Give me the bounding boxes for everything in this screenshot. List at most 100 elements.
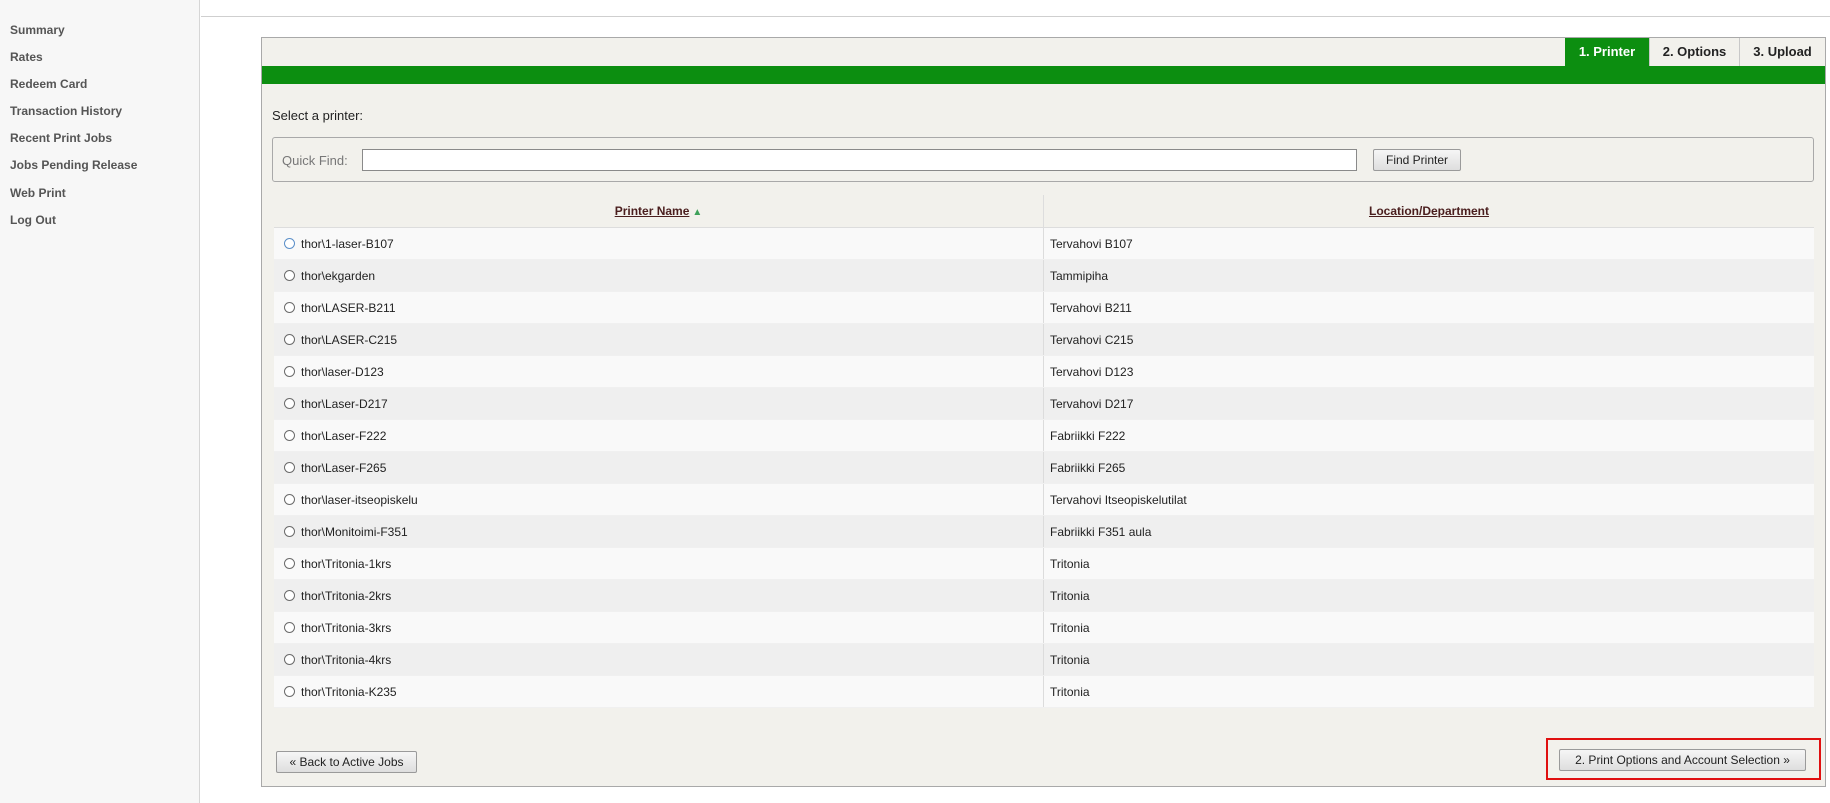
location-cell: Tervahovi D217 (1043, 387, 1814, 420)
table-row[interactable]: thor\Monitoimi-F351 Fabriikki F351 aula (274, 515, 1814, 548)
printer-name-header[interactable]: Printer Name ▲ (274, 195, 1044, 228)
step-printer[interactable]: 1. Printer (1565, 38, 1649, 66)
printer-cell[interactable]: thor\Tritonia-1krs (274, 547, 1044, 580)
printer-cell[interactable]: thor\Laser-F222 (274, 419, 1044, 452)
quick-find-label: Quick Find: (282, 153, 348, 168)
printer-radio[interactable] (284, 558, 295, 570)
wizard-steps: 1. Printer 2. Options 3. Upload (262, 38, 1825, 67)
quick-find-input[interactable] (362, 149, 1357, 171)
header-divider (201, 16, 1830, 17)
printer-cell[interactable]: thor\laser-D123 (274, 355, 1044, 388)
printer-cell[interactable]: thor\Tritonia-4krs (274, 643, 1044, 676)
printer-cell[interactable]: thor\Laser-D217 (274, 387, 1044, 420)
location-cell: Fabriikki F222 (1043, 419, 1814, 452)
printer-name: thor\ekgarden (301, 268, 376, 283)
sidebar-item-summary[interactable]: Summary (10, 23, 65, 37)
printer-cell[interactable]: thor\Tritonia-2krs (274, 579, 1044, 612)
printer-cell[interactable]: thor\Laser-F265 (274, 451, 1044, 484)
location-cell: Tervahovi B107 (1043, 227, 1814, 260)
printer-radio[interactable] (284, 430, 295, 442)
printer-name: thor\Tritonia-K235 (301, 684, 397, 699)
printer-cell[interactable]: thor\laser-itseopiskelu (274, 483, 1044, 516)
printer-table: Printer Name ▲ Location/Department thor\1… (274, 195, 1814, 708)
sidebar-item-recent-print-jobs[interactable]: Recent Print Jobs (10, 131, 112, 145)
table-row[interactable]: thor\Laser-F265 Fabriikki F265 (274, 451, 1814, 484)
location-cell: Fabriikki F351 aula (1043, 515, 1814, 548)
select-printer-label: Select a printer: (272, 108, 364, 123)
printer-radio[interactable] (284, 302, 295, 314)
sidebar-item-redeem-card[interactable]: Redeem Card (10, 77, 87, 91)
printer-name: thor\Laser-F222 (301, 428, 387, 443)
location-cell: Tritonia (1043, 675, 1814, 708)
table-row[interactable]: thor\Tritonia-2krs Tritonia (274, 579, 1814, 612)
location-cell: Tervahovi C215 (1043, 323, 1814, 356)
table-row[interactable]: thor\1-laser-B107 Tervahovi B107 (274, 227, 1814, 260)
printer-name: thor\laser-D123 (301, 364, 384, 379)
table-row[interactable]: thor\laser-itseopiskelu Tervahovi Itseopi… (274, 483, 1814, 516)
printer-name-header-label[interactable]: Printer Name (615, 204, 690, 218)
table-row[interactable]: thor\Tritonia-K235 Tritonia (274, 675, 1814, 708)
location-cell: Tritonia (1043, 547, 1814, 580)
printer-radio[interactable] (284, 654, 295, 666)
printer-cell[interactable]: thor\LASER-B211 (274, 291, 1044, 324)
table-header-row: Printer Name ▲ Location/Department (274, 195, 1814, 228)
printer-name: thor\LASER-B211 (301, 300, 396, 315)
location-cell: Tritonia (1043, 579, 1814, 612)
location-cell: Tritonia (1043, 643, 1814, 676)
step-options[interactable]: 2. Options (1649, 38, 1739, 66)
printer-name: thor\Tritonia-1krs (301, 556, 392, 571)
location-cell: Fabriikki F265 (1043, 451, 1814, 484)
find-printer-button[interactable]: Find Printer (1373, 149, 1461, 171)
back-to-active-jobs-button[interactable]: « Back to Active Jobs (276, 751, 417, 773)
table-row[interactable]: thor\Tritonia-1krs Tritonia (274, 547, 1814, 580)
printer-radio[interactable] (284, 622, 295, 634)
printer-cell[interactable]: thor\Monitoimi-F351 (274, 515, 1044, 548)
location-cell: Tervahovi Itseopiskelutilat (1043, 483, 1814, 516)
table-row[interactable]: thor\LASER-B211 Tervahovi B211 (274, 291, 1814, 324)
location-cell: Tervahovi B211 (1043, 291, 1814, 324)
printer-radio[interactable] (284, 398, 295, 410)
sidebar-item-log-out[interactable]: Log Out (10, 213, 56, 227)
printer-radio[interactable] (284, 334, 295, 346)
sort-ascending-icon: ▲ (692, 207, 703, 218)
quick-find-box: Quick Find: Find Printer (272, 137, 1814, 182)
table-row[interactable]: thor\Tritonia-4krs Tritonia (274, 643, 1814, 676)
printer-radio[interactable] (284, 238, 295, 250)
table-row[interactable]: thor\LASER-C215 Tervahovi C215 (274, 323, 1814, 356)
table-row[interactable]: thor\ekgarden Tammipiha (274, 259, 1814, 292)
printer-cell[interactable]: thor\1-laser-B107 (274, 227, 1044, 260)
printer-cell[interactable]: thor\Tritonia-K235 (274, 675, 1044, 708)
printer-name: thor\Monitoimi-F351 (301, 524, 408, 539)
location-header[interactable]: Location/Department (1043, 195, 1814, 228)
web-print-panel: 1. Printer 2. Options 3. Upload Select a… (261, 37, 1826, 787)
table-row[interactable]: thor\laser-D123 Tervahovi D123 (274, 355, 1814, 388)
sidebar-item-transaction-history[interactable]: Transaction History (10, 104, 122, 118)
sidebar-item-rates[interactable]: Rates (10, 50, 43, 64)
sidebar-item-web-print[interactable]: Web Print (10, 186, 66, 200)
printer-radio[interactable] (284, 526, 295, 538)
printer-cell[interactable]: thor\ekgarden (274, 259, 1044, 292)
printer-radio[interactable] (284, 462, 295, 474)
printer-radio[interactable] (284, 494, 295, 506)
printer-name: thor\Tritonia-4krs (301, 652, 392, 667)
printer-name: thor\Laser-F265 (301, 460, 387, 475)
printer-radio[interactable] (284, 590, 295, 602)
printer-radio[interactable] (284, 270, 295, 282)
printer-radio[interactable] (284, 686, 295, 698)
printer-cell[interactable]: thor\Tritonia-3krs (274, 611, 1044, 644)
location-cell: Tervahovi D123 (1043, 355, 1814, 388)
location-cell: Tritonia (1043, 611, 1814, 644)
table-row[interactable]: thor\Tritonia-3krs Tritonia (274, 611, 1814, 644)
print-options-next-button[interactable]: 2. Print Options and Account Selection » (1559, 749, 1806, 771)
table-row[interactable]: thor\Laser-D217 Tervahovi D217 (274, 387, 1814, 420)
printer-name: thor\Tritonia-3krs (301, 620, 392, 635)
printer-name: thor\Tritonia-2krs (301, 588, 392, 603)
printer-cell[interactable]: thor\LASER-C215 (274, 323, 1044, 356)
sidebar-nav: Summary Rates Redeem Card Transaction Hi… (0, 0, 200, 803)
sidebar-item-jobs-pending-release[interactable]: Jobs Pending Release (10, 158, 137, 172)
printer-name: thor\LASER-C215 (301, 332, 398, 347)
accent-band (262, 66, 1825, 84)
printer-radio[interactable] (284, 366, 295, 378)
step-upload[interactable]: 3. Upload (1739, 38, 1825, 66)
table-row[interactable]: thor\Laser-F222 Fabriikki F222 (274, 419, 1814, 452)
